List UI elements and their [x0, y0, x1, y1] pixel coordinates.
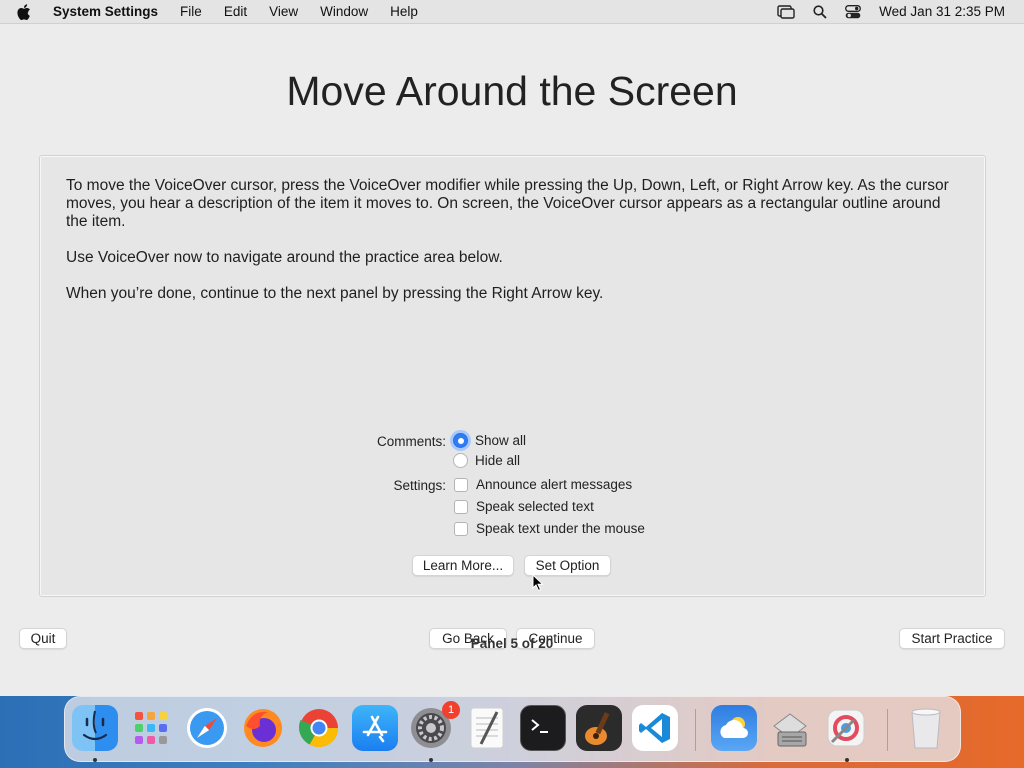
radio-button-selected[interactable]: [453, 433, 468, 448]
menu-help[interactable]: Help: [390, 4, 418, 19]
terminal-icon[interactable]: [520, 705, 566, 751]
radio-show-all[interactable]: Show all: [453, 433, 526, 448]
checkbox-announce-alerts-label: Announce alert messages: [476, 477, 633, 492]
safari-icon[interactable]: [184, 705, 230, 751]
launchpad-icon[interactable]: [128, 705, 174, 751]
comments-label: Comments:: [376, 434, 446, 449]
radio-hide-all-label: Hide all: [475, 453, 521, 468]
radio-button[interactable]: [453, 453, 468, 468]
dock-separator: [887, 709, 888, 751]
control-center-icon[interactable]: [845, 4, 862, 19]
practice-panel: To move the VoiceOver cursor, press the …: [39, 155, 986, 597]
spotlight-search-icon[interactable]: [813, 4, 827, 19]
vscode-icon[interactable]: [632, 705, 678, 751]
checkbox[interactable]: [454, 499, 468, 514]
page-title: Move Around the Screen: [286, 68, 738, 114]
instruction-paragraph-1: To move the VoiceOver cursor, press the …: [66, 177, 949, 230]
radio-hide-all[interactable]: Hide all: [453, 453, 520, 468]
running-indicator: [845, 758, 849, 762]
chrome-icon[interactable]: [296, 705, 342, 751]
colorsync-utility-icon[interactable]: [823, 705, 869, 751]
checkbox[interactable]: [454, 521, 468, 536]
checkbox-speak-selected-text-label: Speak selected text: [476, 499, 594, 514]
panel-counter: Panel 5 of 20: [470, 636, 554, 651]
menu-view[interactable]: View: [269, 4, 298, 19]
menu-app-name[interactable]: System Settings: [53, 4, 158, 19]
weather-icon[interactable]: [711, 705, 757, 751]
garageband-icon[interactable]: [576, 705, 622, 751]
settings-label: Settings:: [393, 478, 446, 493]
checkbox[interactable]: [454, 477, 468, 492]
instruction-paragraph-3: When you’re done, continue to the next p…: [66, 285, 604, 302]
running-indicator: [429, 758, 433, 762]
mouse-pointer-icon: [532, 573, 544, 597]
archive-utility-icon[interactable]: [767, 705, 813, 751]
radio-show-all-label: Show all: [475, 433, 527, 448]
app-store-icon[interactable]: [352, 705, 398, 751]
menu-file[interactable]: File: [180, 4, 202, 19]
finder-icon[interactable]: [72, 705, 118, 751]
checkbox-speak-under-mouse[interactable]: Speak text under the mouse: [454, 521, 645, 536]
dock: 1: [64, 696, 961, 762]
checkbox-speak-selected-text[interactable]: Speak selected text: [454, 499, 594, 514]
menu-window[interactable]: Window: [320, 4, 368, 19]
textedit-icon[interactable]: [464, 705, 510, 751]
firefox-icon[interactable]: [240, 705, 286, 751]
menu-bar: System Settings File Edit View Window He…: [0, 0, 1024, 24]
set-option-button[interactable]: Set Option: [524, 555, 611, 576]
running-indicator: [93, 758, 97, 762]
learn-more-button[interactable]: Learn More...: [412, 555, 514, 576]
menu-bar-clock[interactable]: Wed Jan 31 2:35 PM: [879, 4, 1005, 19]
checkbox-announce-alerts[interactable]: Announce alert messages: [454, 477, 632, 492]
notification-badge: 1: [442, 701, 460, 719]
apple-menu-icon[interactable]: [17, 3, 37, 21]
voiceover-utility-window: Move Around the Screen To move the Voice…: [0, 24, 1024, 696]
menu-edit[interactable]: Edit: [224, 4, 247, 19]
checkbox-speak-under-mouse-label: Speak text under the mouse: [476, 521, 645, 536]
dock-separator: [695, 709, 696, 751]
instruction-paragraph-2: Use VoiceOver now to navigate around the…: [66, 249, 503, 266]
trash-icon[interactable]: [903, 705, 949, 751]
screen-mirroring-icon[interactable]: [777, 4, 795, 19]
